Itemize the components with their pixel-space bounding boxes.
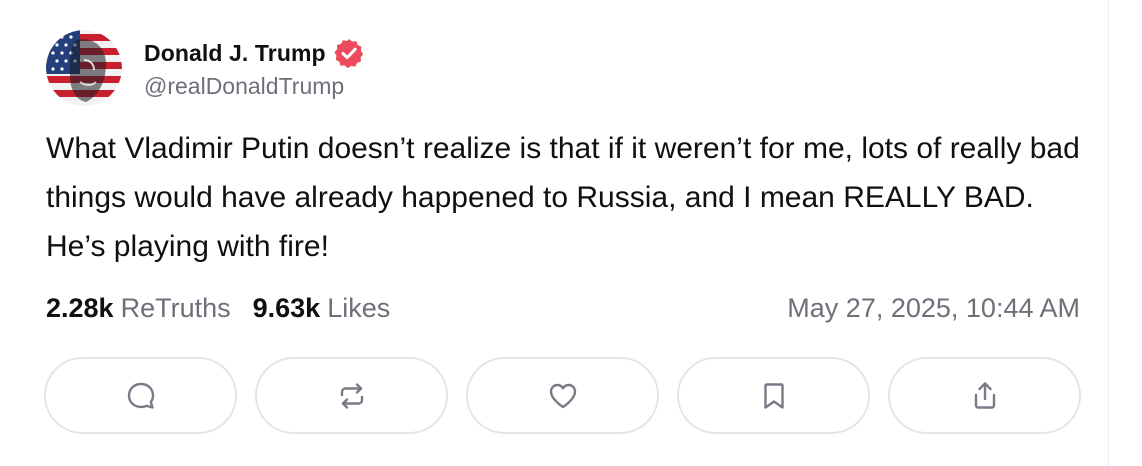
comment-icon — [127, 382, 154, 409]
post-card: Donald J. Trump @realDonaldTrump What Vl… — [0, 0, 1142, 466]
author-handle[interactable]: @realDonaldTrump — [144, 73, 365, 100]
retruths-label: ReTruths — [120, 292, 231, 323]
bookmark-button[interactable] — [677, 357, 870, 434]
heart-icon — [549, 383, 576, 408]
post-text: What Vladimir Putin doesn’t realize is t… — [46, 132, 1080, 263]
verified-badge-icon — [334, 39, 363, 69]
avatar[interactable] — [46, 30, 122, 106]
retruths-stat[interactable]: 2.28k ReTruths — [46, 293, 231, 324]
engagement-stats: 2.28k ReTruths 9.63k Likes — [46, 290, 390, 326]
share-button[interactable] — [888, 357, 1081, 434]
repost-icon — [340, 382, 363, 409]
bookmark-icon — [763, 382, 784, 409]
post-timestamp[interactable]: May 27, 2025, 10:44 AM — [787, 290, 1080, 326]
likes-stat[interactable]: 9.63k Likes — [253, 293, 391, 324]
name-row: Donald J. Trump — [144, 36, 365, 70]
author-identity: Donald J. Trump @realDonaldTrump — [144, 36, 365, 100]
share-icon — [974, 381, 995, 409]
retruths-count: 2.28k — [46, 292, 114, 323]
retruth-button[interactable] — [255, 357, 448, 434]
flag-portrait-avatar-icon — [46, 30, 122, 106]
author-display-name[interactable]: Donald J. Trump — [144, 40, 326, 67]
likes-label: Likes — [327, 292, 391, 323]
card-right-border — [1108, 0, 1109, 466]
likes-count: 9.63k — [252, 292, 321, 323]
like-button[interactable] — [466, 357, 659, 434]
post-header: Donald J. Trump @realDonaldTrump — [46, 29, 365, 107]
action-bar — [44, 357, 1081, 434]
reply-button[interactable] — [44, 357, 237, 434]
